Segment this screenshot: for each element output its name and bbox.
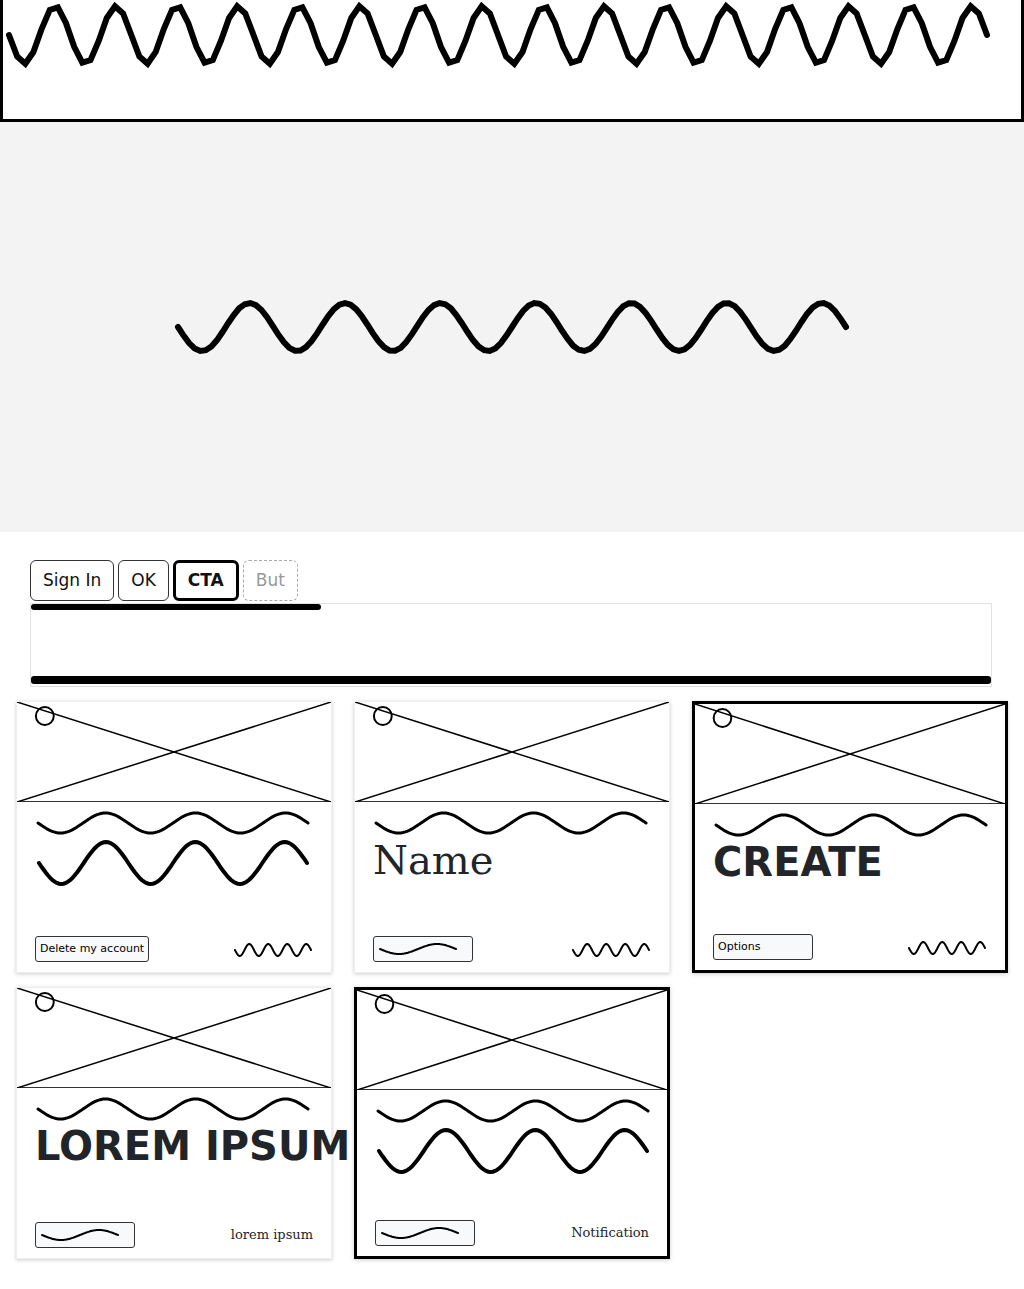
- card-footer: Options: [713, 934, 987, 961]
- card-footer: [373, 936, 651, 963]
- note-scribble: [571, 942, 651, 958]
- card-item[interactable]: Name: [354, 701, 670, 973]
- image-icon: [357, 990, 667, 1090]
- image-placeholder: [695, 704, 1005, 804]
- heading-scribble: [35, 838, 311, 888]
- card-footer: lorem ipsum: [35, 1222, 313, 1249]
- tab-indicator: [31, 604, 321, 610]
- note-scribble: [907, 940, 987, 956]
- card-note: lorem ipsum: [231, 1225, 313, 1245]
- tab-panel: [30, 603, 992, 687]
- note-scribble: [233, 942, 313, 958]
- card-footer: Notification: [375, 1220, 649, 1247]
- wire-button[interactable]: Sign In: [30, 560, 114, 601]
- card-heading: LOREM IPSUM: [35, 1122, 313, 1178]
- wire-button[interactable]: OK: [118, 560, 169, 601]
- subtitle-scribble: [713, 812, 989, 838]
- subtitle-scribble: [373, 810, 649, 836]
- wire-button[interactable]: CTA: [173, 560, 239, 601]
- image-placeholder: [357, 990, 667, 1090]
- image-icon: [17, 702, 331, 802]
- subtitle-scribble: [35, 1096, 311, 1122]
- card-item[interactable]: Delete my account: [16, 701, 332, 973]
- image-icon: [695, 704, 1005, 804]
- button-scribble: [40, 1228, 120, 1242]
- card-body: Delete my account: [17, 802, 331, 972]
- card-footer: Delete my account: [35, 936, 313, 963]
- card-body: Name: [355, 802, 669, 972]
- button-scribble: [380, 1226, 460, 1240]
- card-note: [571, 939, 651, 959]
- card-note: Notification: [571, 1223, 649, 1243]
- card-body: Notification: [357, 1090, 667, 1256]
- image-placeholder: [17, 988, 331, 1088]
- image-icon: [355, 702, 669, 802]
- card-heading: [35, 836, 313, 892]
- divider: [31, 676, 991, 684]
- card-item[interactable]: Notification: [354, 987, 670, 1259]
- card-body: LOREM IPSUM lorem ipsum: [17, 1088, 331, 1258]
- subtitle-scribble: [375, 1098, 651, 1124]
- subtitle-scribble: [35, 810, 311, 836]
- hero: [0, 122, 1024, 532]
- image-placeholder: [355, 702, 669, 802]
- card-body: CREATE Options: [695, 804, 1005, 970]
- card-button[interactable]: Delete my account: [35, 936, 149, 963]
- image-icon: [17, 988, 331, 1088]
- wire-button[interactable]: But: [243, 560, 298, 601]
- card-item[interactable]: LOREM IPSUM lorem ipsum: [16, 987, 332, 1259]
- card-button[interactable]: [375, 1220, 475, 1247]
- hero-scribble: [172, 297, 852, 357]
- button-scribble: [378, 942, 458, 956]
- card-item[interactable]: CREATE Options: [692, 701, 1008, 973]
- card-heading: Name: [373, 836, 651, 892]
- card-button[interactable]: [373, 936, 473, 963]
- header: [0, 0, 1024, 122]
- card-heading: [375, 1124, 649, 1180]
- card-button[interactable]: Options: [713, 934, 813, 961]
- button-row: Sign InOKCTABut: [0, 532, 1024, 601]
- card-heading: CREATE: [713, 838, 987, 894]
- card-note: [233, 939, 313, 959]
- heading-scribble: [375, 1126, 651, 1176]
- card-note: [907, 937, 987, 957]
- image-placeholder: [17, 702, 331, 802]
- title-scribble: [3, 0, 993, 70]
- card-button[interactable]: [35, 1222, 135, 1249]
- card-grid: Delete my account Name CREATE Options LOREM …: [0, 687, 1024, 1259]
